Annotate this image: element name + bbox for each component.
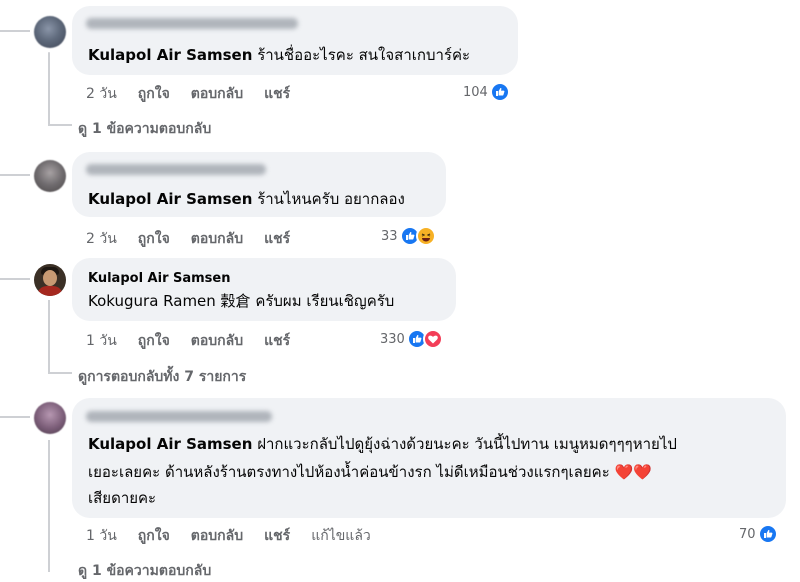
thread-line [0, 174, 30, 176]
like-button[interactable]: ถูกใจ [138, 228, 170, 250]
share-button[interactable]: แชร์ [264, 228, 290, 250]
thread-line [0, 30, 30, 32]
timestamp[interactable]: 1 วัน [86, 525, 117, 547]
comment-actions: 1 วัน ถูกใจ ตอบกลับ แชร์ แก้ไขแล้ว [86, 525, 392, 547]
share-button[interactable]: แชร์ [264, 525, 290, 547]
comment-bubble: Kulapol Air Samsen Kokugura Ramen 穀倉 ครั… [72, 258, 456, 321]
comment-text: Kulapol Air Samsen ฝากแวะกลับไปดูยุ้งฉ่า… [88, 435, 677, 453]
share-button[interactable]: แชร์ [264, 330, 290, 352]
reply-button[interactable]: ตอบกลับ [191, 228, 243, 250]
thread-line [48, 300, 50, 374]
view-replies-link[interactable]: ดูการตอบกลับทั้ง 7 รายการ [78, 366, 246, 388]
comment-actions: 2 วัน ถูกใจ ตอบกลับ แชร์ [86, 83, 311, 105]
author-name-blurred [86, 164, 266, 175]
timestamp[interactable]: 2 วัน [86, 228, 117, 250]
like-icon [489, 82, 510, 102]
reply-button[interactable]: ตอบกลับ [191, 330, 243, 352]
love-icon [422, 329, 443, 349]
like-button[interactable]: ถูกใจ [138, 525, 170, 547]
comment-actions: 1 วัน ถูกใจ ตอบกลับ แชร์ [86, 330, 311, 352]
comment-text: Kulapol Air Samsen ร้านชื่ออะไรคะ สนใจสา… [88, 46, 471, 64]
timestamp[interactable]: 2 วัน [86, 83, 117, 105]
thread-line [0, 278, 30, 280]
thread-line [48, 124, 72, 126]
haha-icon [415, 226, 436, 246]
author-name-blurred [86, 18, 298, 29]
mention-link[interactable]: Kulapol Air Samsen [88, 190, 252, 208]
comment-actions: 2 วัน ถูกใจ ตอบกลับ แชร์ [86, 228, 311, 250]
avatar[interactable] [34, 160, 66, 192]
thread-line [48, 52, 50, 126]
comment-bubble: Kulapol Air Samsen ร้านไหนครับ อยากลอง [72, 152, 446, 217]
reaction-summary[interactable]: 330 [380, 329, 443, 349]
reaction-summary[interactable]: 104 [463, 82, 510, 102]
comment-text: Kokugura Ramen 穀倉 ครับผม เรียนเชิญครับ [88, 292, 395, 310]
thread-line [0, 416, 30, 418]
author-name[interactable]: Kulapol Air Samsen [88, 271, 231, 286]
reply-button[interactable]: ตอบกลับ [191, 83, 243, 105]
avatar[interactable] [34, 264, 66, 296]
reaction-count: 330 [380, 331, 405, 347]
author-name-blurred [86, 411, 272, 422]
thread-line [48, 440, 50, 572]
comment-bubble: Kulapol Air Samsen ฝากแวะกลับไปดูยุ้งฉ่า… [72, 398, 786, 518]
thread-line [48, 372, 72, 374]
reaction-summary[interactable]: 70 [739, 524, 778, 544]
avatar[interactable] [34, 16, 66, 48]
reply-button[interactable]: ตอบกลับ [191, 525, 243, 547]
comment-text: Kulapol Air Samsen ร้านไหนครับ อยากลอง [88, 190, 405, 208]
comment-text: เสียดายคะ [88, 489, 157, 507]
reaction-count: 70 [739, 526, 756, 542]
view-replies-link[interactable]: ดู 1 ข้อความตอบกลับ [78, 560, 211, 582]
like-icon [757, 524, 778, 544]
like-button[interactable]: ถูกใจ [138, 330, 170, 352]
edited-label[interactable]: แก้ไขแล้ว [311, 525, 371, 547]
timestamp[interactable]: 1 วัน [86, 330, 117, 352]
view-replies-link[interactable]: ดู 1 ข้อความตอบกลับ [78, 118, 211, 140]
avatar[interactable] [34, 402, 66, 434]
comment-bubble: Kulapol Air Samsen ร้านชื่ออะไรคะ สนใจสา… [72, 6, 518, 75]
reaction-summary[interactable]: 33 [381, 226, 436, 246]
reaction-count: 104 [463, 84, 488, 100]
mention-link[interactable]: Kulapol Air Samsen [88, 435, 252, 453]
mention-link[interactable]: Kulapol Air Samsen [88, 46, 252, 64]
like-button[interactable]: ถูกใจ [138, 83, 170, 105]
comment-text: เยอะเลยคะ ด้านหลังร้านตรงทางไปห้องน้ำค่อ… [88, 463, 652, 481]
reaction-count: 33 [381, 228, 398, 244]
share-button[interactable]: แชร์ [264, 83, 290, 105]
